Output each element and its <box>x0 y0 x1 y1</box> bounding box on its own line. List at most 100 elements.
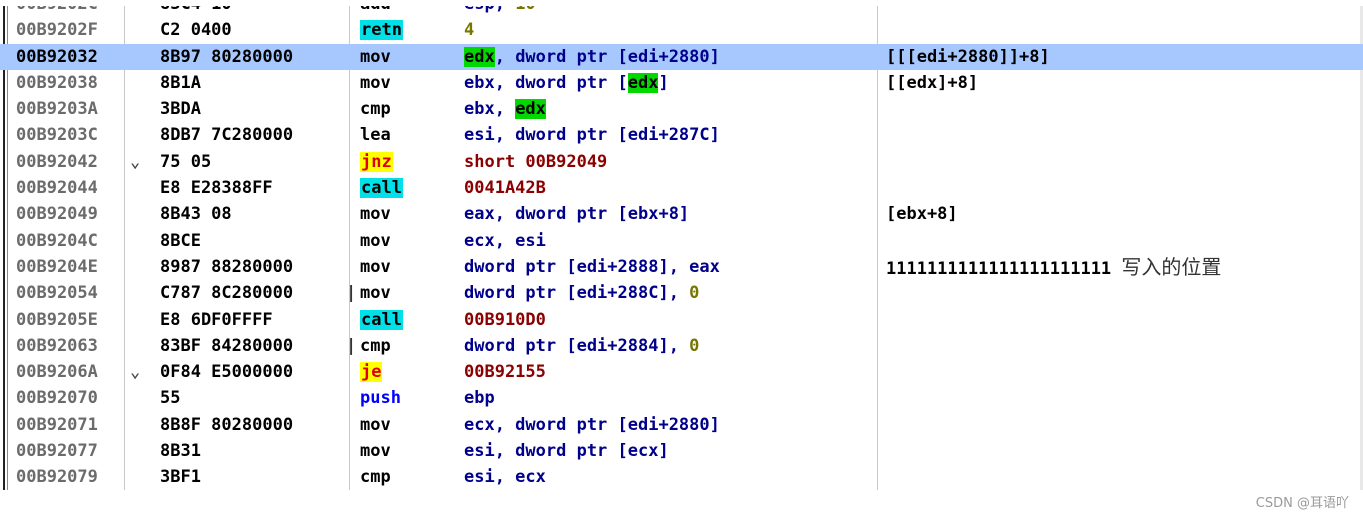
instruction-row[interactable]: 00B92038 8B1A mov ebx, dword ptr [edx] [… <box>0 70 1363 96</box>
comment-cell: [[[edi+2880]]+8] <box>886 46 1050 67</box>
mnemonic-text: cmp <box>360 467 391 488</box>
operands-cell: ecx, esi <box>464 230 546 251</box>
address-cell: 00B92077 <box>16 441 98 462</box>
mnemonic-cell: call <box>360 175 403 201</box>
bytes-cell: 8B97 80280000 <box>160 46 294 67</box>
bytes-cell: E8 E28388FF <box>160 178 273 199</box>
instruction-row[interactable]: 00B9202F C2 0400 retn 4 <box>0 17 1363 43</box>
operands-cell: ebx, dword ptr [edx] <box>464 72 669 93</box>
comment-cell: [[edx]+8] <box>886 72 979 93</box>
operand-immediate: 0 <box>689 335 700 356</box>
mnemonic-text: mov <box>360 283 391 304</box>
bytes-cell: 83BF 84280000 <box>160 335 294 356</box>
address-cell: 00B92049 <box>16 204 98 225</box>
address-cell: 00B9205E <box>16 309 98 330</box>
operands-cell: ebx, edx <box>464 99 546 120</box>
instruction-row[interactable]: 00B9203C 8DB7 7C280000 lea esi, dword pt… <box>0 122 1363 148</box>
address-cell: 00B9204E <box>16 256 98 277</box>
address-cell: 00B92044 <box>16 178 98 199</box>
address-cell: 00B92071 <box>16 414 98 435</box>
instruction-row[interactable]: 00B9204C 8BCE mov ecx, esi <box>0 228 1363 254</box>
instruction-row[interactable]: 00B9204E 8987 88280000 mov dword ptr [ed… <box>0 254 1363 280</box>
register-highlight: edx <box>627 72 659 93</box>
address-cell: 00B9206A <box>16 362 98 383</box>
mnemonic-text: call <box>360 178 403 199</box>
mnemonic-cell: mov <box>360 412 391 438</box>
mnemonic-text: mov <box>360 72 391 93</box>
instruction-row[interactable]: 00B92049 8B43 08 mov eax, dword ptr [ebx… <box>0 201 1363 227</box>
instruction-row[interactable]: 00B92071 8B8F 80280000 mov ecx, dword pt… <box>0 412 1363 438</box>
instruction-row[interactable]: 00B9205E E8 6DF0FFFF call 00B910D0 <box>0 307 1363 333</box>
mnemonic-text: je <box>360 362 383 383</box>
mnemonic-text: mov <box>360 441 391 462</box>
operand-immediate: 0 <box>689 283 700 304</box>
instruction-row[interactable]: 00B9203A 3BDA cmp ebx, edx <box>0 96 1363 122</box>
operands-cell: 00B92155 <box>464 362 546 383</box>
mnemonic-text: mov <box>360 230 391 251</box>
bytes-cell: 8B31 <box>160 441 201 462</box>
mnemonic-cell: call <box>360 307 403 333</box>
operands-cell: esi, ecx <box>464 467 546 488</box>
address-cell: 00B9204C <box>16 230 98 251</box>
bytes-cell: 8B1A <box>160 72 201 93</box>
bytes-cell: 55 <box>160 388 181 409</box>
bytes-cell: 3BDA <box>160 99 201 120</box>
mnemonic-cell: retn <box>360 17 403 43</box>
mnemonic-text: mov <box>360 204 391 225</box>
pane-top-clip <box>0 0 1363 6</box>
disassembly-pane[interactable]: 00B9202C 83C4 10 add esp, 10 00B9202F C2… <box>0 0 1363 490</box>
comment-cjk-text: 写入的位置 <box>1121 254 1222 279</box>
address-cell: 00B92032 <box>16 46 98 67</box>
mnemonic-text: push <box>360 388 401 409</box>
bytes-overflow-mark: | <box>346 283 357 304</box>
mnemonic-cell: mov <box>360 280 391 306</box>
bytes-cell: 8BCE <box>160 230 201 251</box>
mnemonic-cell: mov <box>360 438 391 464</box>
instruction-row[interactable]: 00B92070 55 push ebp <box>0 385 1363 411</box>
operands-cell: 4 <box>464 20 475 41</box>
mnemonic-text: call <box>360 309 403 330</box>
instruction-row-selected[interactable]: 00B92032 8B97 80280000 mov edx, dword pt… <box>0 43 1363 70</box>
comment-text: 1111111111111111111111 <box>886 258 1112 279</box>
instruction-row[interactable]: 00B92042 ⌄ 75 05 jnz short 00B92049 <box>0 149 1363 175</box>
operands-cell: short 00B92049 <box>464 151 608 172</box>
jump-arrow-icon: ⌄ <box>130 362 141 383</box>
address-cell: 00B92070 <box>16 388 98 409</box>
bytes-cell: 8987 88280000 <box>160 256 294 277</box>
bytes-cell: 0F84 E5000000 <box>160 362 294 383</box>
mnemonic-text: cmp <box>360 99 391 120</box>
mnemonic-text: cmp <box>360 335 391 356</box>
comment-cell: [ebx+8] <box>886 204 958 225</box>
operands-cell: dword ptr [edi+2888], eax <box>464 256 720 277</box>
instruction-row[interactable]: 00B9206A ⌄ 0F84 E5000000 je 00B92155 <box>0 359 1363 385</box>
operands-cell: eax, dword ptr [ebx+8] <box>464 204 690 225</box>
instruction-row[interactable]: 00B92077 8B31 mov esi, dword ptr [ecx] <box>0 438 1363 464</box>
mnemonic-cell: cmp <box>360 96 391 122</box>
mnemonic-cell: cmp <box>360 333 391 359</box>
instruction-row[interactable]: 00B92063 83BF 84280000 | cmp dword ptr [… <box>0 333 1363 359</box>
bytes-cell: 8B43 08 <box>160 204 232 225</box>
address-cell: 00B92038 <box>16 72 98 93</box>
watermark: CSDN @耳语吖 <box>1255 496 1349 511</box>
instruction-row[interactable]: 00B92044 E8 E28388FF call 0041A42B <box>0 175 1363 201</box>
jump-arrow-icon: ⌄ <box>130 151 141 172</box>
mnemonic-cell: lea <box>360 122 391 148</box>
mnemonic-cell: mov <box>360 254 391 280</box>
address-cell: 00B9203A <box>16 99 98 120</box>
operands-cell: esi, dword ptr [edi+287C] <box>464 125 720 146</box>
operands-cell: 0041A42B <box>464 178 546 199</box>
operands-cell: edx, dword ptr [edi+2880] <box>464 46 720 67</box>
register-highlight: edx <box>515 99 546 120</box>
instruction-row[interactable]: 00B92054 C787 8C280000 | mov dword ptr [… <box>0 280 1363 306</box>
mnemonic-cell: mov <box>360 201 391 227</box>
mnemonic-cell: je <box>360 359 383 385</box>
bytes-cell: 8DB7 7C280000 <box>160 125 294 146</box>
mnemonic-cell: cmp <box>360 464 391 490</box>
mnemonic-cell: mov <box>360 228 391 254</box>
mnemonic-cell: jnz <box>360 149 393 175</box>
instruction-row[interactable]: 00B92079 3BF1 cmp esi, ecx <box>0 464 1363 490</box>
operands-cell: ecx, dword ptr [edi+2880] <box>464 414 720 435</box>
register-highlight: edx <box>464 46 495 67</box>
bytes-cell: 8B8F 80280000 <box>160 414 294 435</box>
bytes-cell: 75 05 <box>160 151 212 172</box>
